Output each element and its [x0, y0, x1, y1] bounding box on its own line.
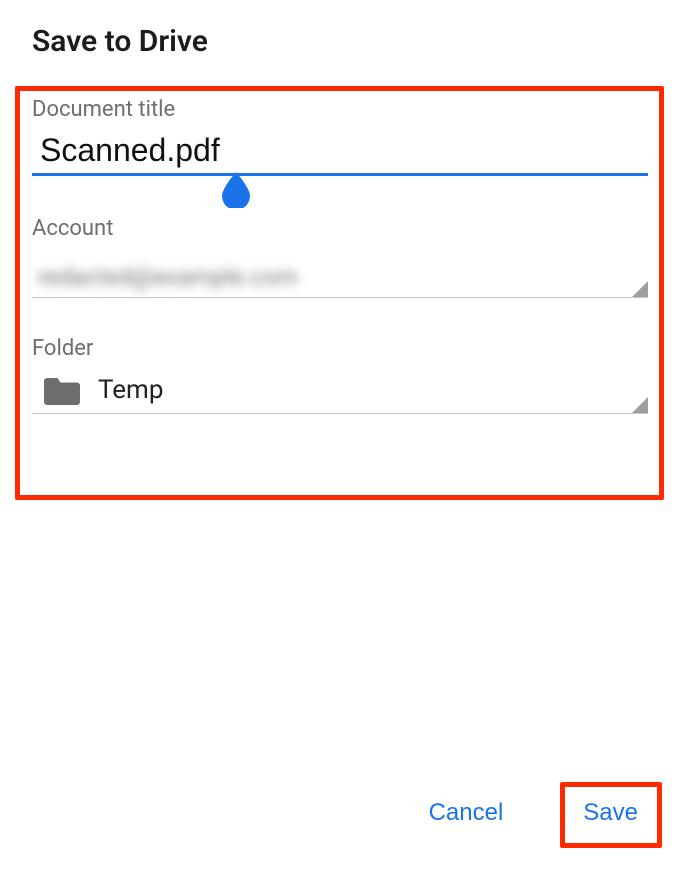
folder-icon	[44, 375, 80, 405]
cancel-button[interactable]: Cancel	[411, 789, 522, 837]
document-title-input[interactable]	[32, 126, 648, 176]
account-selector[interactable]: redacted@example.com	[32, 245, 648, 298]
folder-label: Folder	[32, 336, 648, 361]
text-cursor-handle-icon	[222, 172, 250, 208]
folder-selector[interactable]: Temp	[32, 365, 648, 414]
save-button[interactable]: Save	[565, 789, 656, 837]
account-label: Account	[32, 216, 648, 241]
page-title: Save to Drive	[0, 0, 680, 77]
folder-name: Temp	[98, 375, 163, 405]
dropdown-corner-icon	[632, 281, 648, 297]
account-value: redacted@example.com	[32, 263, 648, 291]
document-title-label: Document title	[32, 97, 648, 122]
dropdown-corner-icon	[632, 397, 648, 413]
